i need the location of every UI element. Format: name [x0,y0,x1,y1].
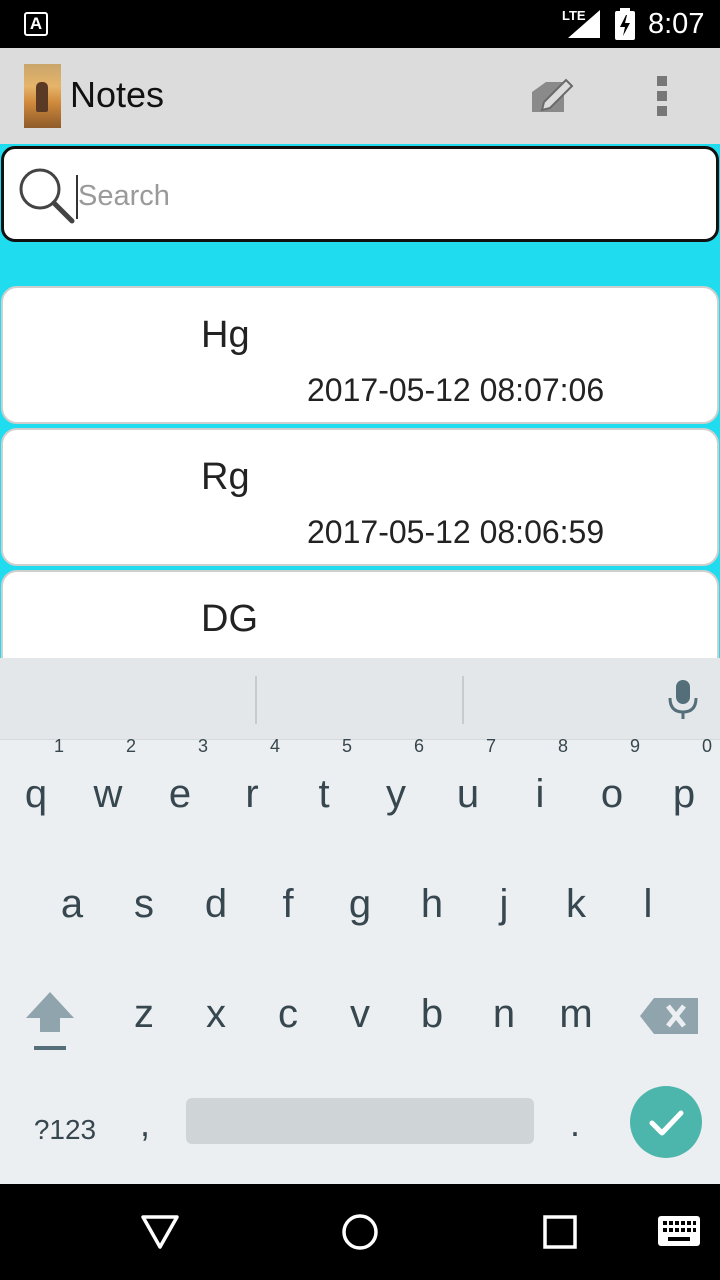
key-m[interactable]: m [540,964,612,1064]
key-n[interactable]: n [468,964,540,1064]
soft-keyboard: q1 w2 e3 r4 t5 y6 u7 i8 o9 p0 a s d f g … [0,658,720,1184]
shift-icon[interactable] [20,988,80,1058]
enter-key[interactable] [630,1086,702,1158]
key-w[interactable]: w2 [72,736,144,844]
key-hint: 8 [557,736,568,756]
key-a[interactable]: a [36,854,108,954]
app-logo [24,64,61,128]
key-c[interactable]: c [252,964,324,1064]
action-bar: Notes [0,48,720,144]
key-hint: 9 [629,736,640,756]
key-hint: 3 [197,736,208,756]
key-x[interactable]: x [180,964,252,1064]
key-l[interactable]: l [612,854,684,954]
key-label: o [600,772,624,816]
search-icon [19,168,75,224]
note-title: Rg [201,456,250,498]
period-key[interactable]: . [550,1094,600,1154]
note-timestamp: 2017-05-12 08:07:06 [307,372,605,408]
recents-square-icon[interactable] [542,1214,578,1250]
back-triangle-icon[interactable] [140,1212,180,1252]
key-e[interactable]: e3 [144,736,216,844]
key-j[interactable]: j [468,854,540,954]
key-label: t [318,772,330,816]
key-label: i [535,772,545,816]
keyboard-icon[interactable] [658,1216,700,1246]
search-box[interactable] [1,146,719,242]
key-i[interactable]: i8 [504,736,576,844]
key-p[interactable]: p0 [648,736,720,844]
note-item[interactable]: Hg 2017-05-12 08:07:06 [1,286,719,424]
key-label: e [168,772,192,816]
note-title: DG [201,598,258,640]
compose-icon[interactable] [526,72,574,120]
key-hint: 0 [701,736,712,756]
key-k[interactable]: k [540,854,612,954]
note-title: Hg [201,314,250,356]
key-f[interactable]: f [252,854,324,954]
search-input[interactable] [78,171,678,221]
note-item[interactable]: Rg 2017-05-12 08:06:59 [1,428,719,566]
signal-icon [568,10,600,38]
microphone-icon[interactable] [666,678,700,720]
key-d[interactable]: d [180,854,252,954]
navigation-bar [0,1184,720,1280]
key-u[interactable]: u7 [432,736,504,844]
suggestion-strip [0,658,720,740]
key-y[interactable]: y6 [360,736,432,844]
battery-charging-icon [615,8,635,40]
key-b[interactable]: b [396,964,468,1064]
key-hint: 1 [53,736,64,756]
note-timestamp: 2017-05-12 08:06:59 [307,514,605,550]
key-v[interactable]: v [324,964,396,1064]
clock: 8:07 [648,8,705,40]
symbols-key[interactable]: ?123 [10,1100,120,1160]
checkmark-icon [649,1110,684,1136]
comma-key[interactable]: , [120,1094,170,1154]
suggestion-divider [255,676,257,724]
key-z[interactable]: z [108,964,180,1064]
app-title: Notes [70,74,165,115]
key-label: y [386,772,406,816]
home-circle-icon[interactable] [340,1212,380,1252]
key-label: w [93,772,123,816]
key-o[interactable]: o9 [576,736,648,844]
overflow-menu-icon[interactable] [648,72,678,120]
key-hint: 2 [125,736,136,756]
status-bar: A LTE 8:07 [0,0,720,48]
key-t[interactable]: t5 [288,736,360,844]
a-notification-icon: A [24,12,48,36]
key-hint: 6 [413,736,424,756]
suggestion-divider [462,676,464,724]
backspace-icon[interactable] [640,994,700,1038]
key-label: q [24,772,48,816]
key-label: r [245,772,259,816]
key-hint: 7 [485,736,496,756]
key-r[interactable]: r4 [216,736,288,844]
key-q[interactable]: q1 [0,736,72,844]
key-s[interactable]: s [108,854,180,954]
key-hint: 5 [341,736,352,756]
key-label: u [456,772,480,816]
space-bar[interactable] [186,1098,534,1144]
key-g[interactable]: g [324,854,396,954]
key-h[interactable]: h [396,854,468,954]
key-hint: 4 [269,736,280,756]
key-label: p [672,772,696,816]
